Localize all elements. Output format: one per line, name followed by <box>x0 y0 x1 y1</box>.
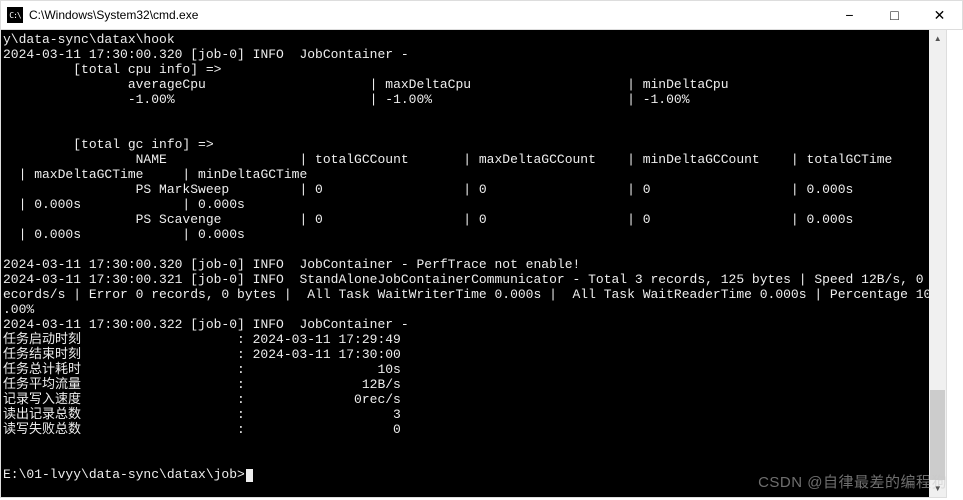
output-line: .00% <box>3 302 34 317</box>
output-line: 2024-03-11 17:30:00.320 [job-0] INFO Job… <box>3 257 580 272</box>
minimize-button[interactable]: − <box>827 1 872 30</box>
output-line: 任务启动时刻 : 2024-03-11 17:29:49 <box>3 332 401 347</box>
output-line: -1.00% | -1.00% | -1.00% <box>3 92 690 107</box>
output-line <box>3 452 11 467</box>
output-line: | 0.000s | 0.000s <box>3 197 245 212</box>
output-line: 读出记录总数 : 3 <box>3 407 401 422</box>
output-line: 读写失败总数 : 0 <box>3 422 401 437</box>
output-line: PS MarkSweep | 0 | 0 | 0 | 0.000s <box>3 182 853 197</box>
cmd-icon: C:\ <box>7 7 23 23</box>
output-line: 2024-03-11 17:30:00.322 [job-0] INFO Job… <box>3 317 409 332</box>
window-titlebar: C:\ C:\Windows\System32\cmd.exe − □ ✕ <box>0 0 963 30</box>
scroll-down-button[interactable]: ▼ <box>929 480 946 497</box>
output-line: 任务平均流量 : 12B/s <box>3 377 401 392</box>
output-line: averageCpu | maxDeltaCpu | minDeltaCpu <box>3 77 729 92</box>
output-line <box>3 437 11 452</box>
scroll-thumb[interactable] <box>930 390 945 480</box>
output-line: 2024-03-11 17:30:00.321 [job-0] INFO Sta… <box>3 272 929 287</box>
cursor-icon <box>246 469 253 482</box>
output-line: 任务结束时刻 : 2024-03-11 17:30:00 <box>3 347 401 362</box>
output-line: | 0.000s | 0.000s <box>3 227 245 242</box>
output-line: [total cpu info] => <box>3 62 221 77</box>
output-line: 记录写入速度 : 0rec/s <box>3 392 401 407</box>
output-line <box>3 242 11 257</box>
terminal-window: y\data-sync\datax\hook 2024-03-11 17:30:… <box>0 30 947 498</box>
window-title: C:\Windows\System32\cmd.exe <box>29 8 198 22</box>
vertical-scrollbar[interactable]: ▲ ▼ <box>929 30 946 497</box>
terminal-output[interactable]: y\data-sync\datax\hook 2024-03-11 17:30:… <box>1 30 929 497</box>
output-line <box>3 107 11 122</box>
command-prompt[interactable]: E:\01-lvyy\data-sync\datax\job> <box>3 467 245 482</box>
maximize-button[interactable]: □ <box>872 1 917 30</box>
output-line: NAME | totalGCCount | maxDeltaGCCount | … <box>3 152 892 167</box>
output-line: 2024-03-11 17:30:00.320 [job-0] INFO Job… <box>3 47 409 62</box>
scroll-up-button[interactable]: ▲ <box>929 30 946 47</box>
output-line <box>3 122 11 137</box>
output-line: PS Scavenge | 0 | 0 | 0 | 0.000s <box>3 212 853 227</box>
output-line: y\data-sync\datax\hook <box>3 32 175 47</box>
output-line: 任务总计耗时 : 10s <box>3 362 401 377</box>
output-line: | maxDeltaGCTime | minDeltaGCTime <box>3 167 307 182</box>
close-button[interactable]: ✕ <box>917 1 962 30</box>
output-line: [total gc info] => <box>3 137 214 152</box>
output-line: ecords/s | Error 0 records, 0 bytes | Al… <box>3 287 929 302</box>
